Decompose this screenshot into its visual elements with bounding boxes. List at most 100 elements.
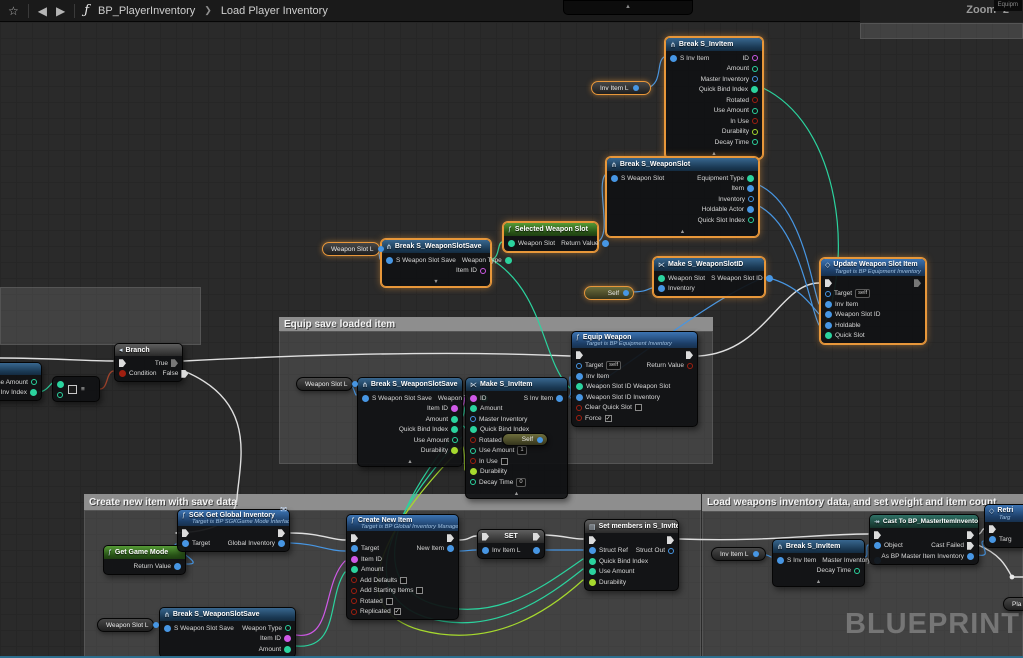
pin-durability[interactable] <box>451 447 458 454</box>
collapse-arrow-icon[interactable]: ▲ <box>773 578 864 586</box>
pin-durability[interactable] <box>470 468 477 475</box>
pin-amount[interactable] <box>284 646 291 653</box>
exec-out-pin[interactable] <box>278 529 285 537</box>
node-break-s-weaponslotsave-1[interactable]: ⋔Break S_WeaponSlotSave S Weapon Slot Sa… <box>381 239 491 287</box>
variable-get-weapon-slot-l-1[interactable]: Weapon Slot L <box>322 242 380 256</box>
node-break-s-weaponslot[interactable]: ⋔Break S_WeaponSlot S Weapon SlotEquipme… <box>606 157 759 237</box>
pin-master-inventory[interactable] <box>470 416 476 422</box>
pin-in-use[interactable] <box>470 458 476 464</box>
variable-get-self-2[interactable]: Self <box>502 433 548 446</box>
collapse-arrow-icon[interactable]: ▲ <box>358 458 462 466</box>
pin-weapon-slot[interactable] <box>658 275 665 282</box>
pin-holdable[interactable] <box>825 322 832 329</box>
pin-item-id[interactable] <box>480 268 486 274</box>
pin-id[interactable] <box>752 55 758 61</box>
node-selected-weapon-slot[interactable]: ƒSelected Weapon Slot Weapon SlotReturn … <box>503 222 598 252</box>
pin-return-value[interactable] <box>687 363 693 369</box>
node-set-members-in-s-invitem[interactable]: ▤Set members in S_InvItem Struct RefStru… <box>584 519 679 591</box>
exec-in-pin[interactable] <box>119 359 126 367</box>
pin-weapon-slot-id[interactable] <box>825 311 832 318</box>
pin-inv-index[interactable] <box>30 389 37 396</box>
variable-get-inv-item-l-bottom[interactable]: Inv Item L <box>711 547 766 561</box>
pin-decay-time[interactable] <box>752 139 758 145</box>
exec-in-pin[interactable] <box>182 529 189 537</box>
pin-s-inv-item[interactable] <box>556 395 563 402</box>
exec-out-pin[interactable] <box>914 279 921 287</box>
expand-arrow-icon[interactable]: ▼ <box>382 278 490 286</box>
corner-comment-tab[interactable]: Equipm <box>994 0 1022 11</box>
pin-weapon-slot-l[interactable] <box>378 246 384 252</box>
node-break-s-weaponslotsave-3[interactable]: ⋔Break S_WeaponSlotSave S Weapon Slot Sa… <box>159 607 296 658</box>
pin-s-weapon-slot-save[interactable] <box>386 257 393 264</box>
pin-amount[interactable] <box>451 416 458 423</box>
node-retrieve-partial[interactable]: ◇Retri Targ Targ <box>984 504 1023 548</box>
exec-in-pin[interactable] <box>482 533 489 541</box>
pin-durability[interactable] <box>589 579 596 586</box>
pin-self[interactable] <box>537 437 543 443</box>
pin-s-weapon-slot[interactable] <box>611 175 618 182</box>
pin-quick-bind-index[interactable] <box>470 426 477 433</box>
exec-in-pin[interactable] <box>825 279 832 287</box>
pin-inventory[interactable] <box>658 285 665 292</box>
variable-get-weapon-slot-l-2[interactable]: Weapon Slot L <box>296 377 353 391</box>
pin-target[interactable] <box>182 540 189 547</box>
pin-target[interactable] <box>825 291 831 297</box>
pin-inv-item-l[interactable] <box>482 547 489 554</box>
pin-quick-slot[interactable] <box>825 332 832 339</box>
pin-target[interactable] <box>576 363 582 369</box>
variable-get-play-partial[interactable]: Pla <box>1003 597 1023 611</box>
pin-inv-item[interactable] <box>576 373 583 380</box>
add-defaults-checkbox[interactable] <box>400 577 407 584</box>
variable-get-self-1[interactable]: Self <box>584 286 634 300</box>
node-equip-weapon[interactable]: ƒEquip Weapon Target is BP Equipment Inv… <box>571 331 698 427</box>
pin-self[interactable] <box>623 290 629 296</box>
breadcrumb-current[interactable]: Load Player Inventory <box>221 5 328 17</box>
clear-quick-slot-checkbox[interactable] <box>635 404 642 411</box>
node-left-partial[interactable]: Use Amount Inv Index <box>0 362 42 401</box>
pin-amount[interactable] <box>470 405 477 412</box>
node-break-s-invitem-bottom[interactable]: ⋔Break S_InvItem S Inv ItemMaster Invent… <box>772 539 865 587</box>
variable-get-inv-item-l-top[interactable]: Inv Item L <box>591 81 651 95</box>
decay-time-value[interactable]: 0 <box>516 478 525 487</box>
add-starting-items-checkbox[interactable] <box>416 587 423 594</box>
rotated-checkbox[interactable] <box>386 598 393 605</box>
pin-weapon-type[interactable] <box>505 257 512 264</box>
pin-equipment-type[interactable] <box>747 175 754 182</box>
pin-struct-out[interactable] <box>668 548 674 554</box>
pin-s-weapon-slot-id[interactable] <box>766 275 773 282</box>
pin-weapon-type[interactable] <box>285 625 291 631</box>
pin-item-id[interactable] <box>451 405 458 412</box>
exec-in-pin[interactable] <box>989 525 996 533</box>
pin-add-starting-items[interactable] <box>351 588 357 594</box>
pin-replicated[interactable] <box>351 609 357 615</box>
in-use-checkbox[interactable] <box>501 458 508 465</box>
pin-id[interactable] <box>470 395 477 402</box>
exec-in-pin[interactable] <box>351 534 358 542</box>
pin-return-value[interactable] <box>602 240 609 247</box>
pin-use-amount[interactable] <box>470 448 476 454</box>
pin-add-defaults[interactable] <box>351 577 357 583</box>
collapse-arrow-icon[interactable]: ▲ <box>466 490 567 498</box>
variable-get-weapon-slot-l-3[interactable]: Weapon Slot L <box>97 618 154 632</box>
pin-struct-ref[interactable] <box>589 547 596 554</box>
pin-s-inv-item[interactable] <box>670 55 677 62</box>
breadcrumb-parent[interactable]: BP_PlayerInventory <box>98 5 195 17</box>
pin-s-inv-item[interactable] <box>777 557 784 564</box>
collapse-arrow-icon[interactable]: ▲ <box>607 228 758 236</box>
target-self-tag[interactable]: self <box>606 361 621 370</box>
pin-s-weapon-slot-save[interactable] <box>164 625 171 632</box>
pin-weapon-slot-l[interactable] <box>352 381 358 387</box>
pin-master-inventory[interactable] <box>752 76 758 82</box>
pin-amount[interactable] <box>752 66 758 72</box>
pin-use-amount[interactable] <box>452 437 458 443</box>
exec-true-pin[interactable] <box>171 359 178 367</box>
pin-item-id[interactable] <box>351 556 358 563</box>
pin-rotated[interactable] <box>351 598 357 604</box>
pin-compare-a[interactable] <box>57 381 64 388</box>
pin-use-amount[interactable] <box>752 108 758 114</box>
node-set-inv-item-l[interactable]: SET Inv Item L <box>477 529 545 559</box>
pin-output-value[interactable] <box>533 547 540 554</box>
pin-quick-slot-index[interactable] <box>748 217 754 223</box>
exec-out-pin[interactable] <box>533 533 540 541</box>
collapsed-window-pill[interactable]: ▲ <box>563 0 693 15</box>
